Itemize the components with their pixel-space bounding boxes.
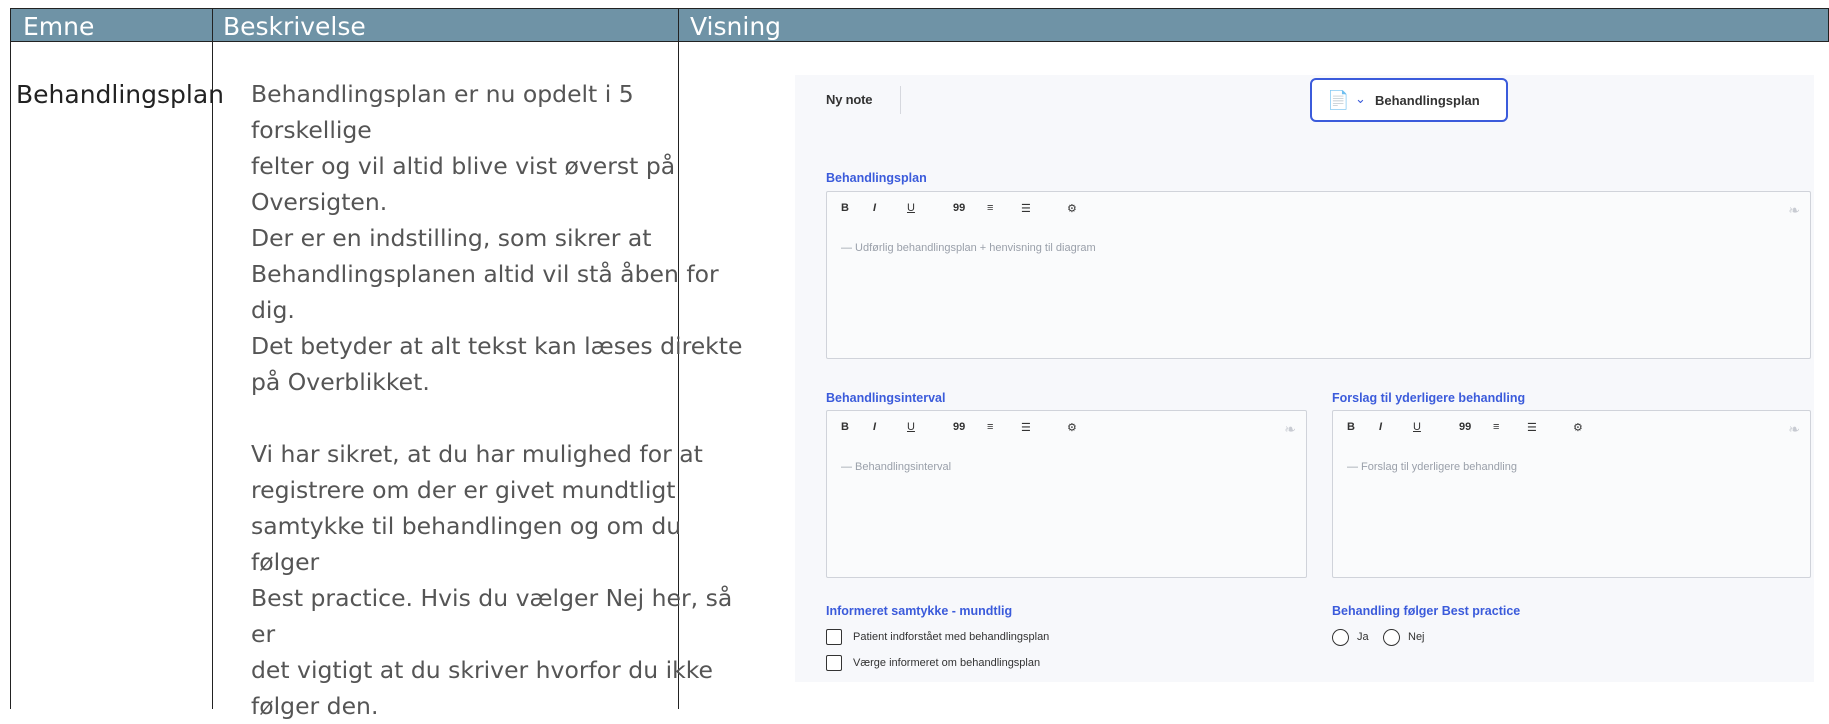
patient-consent-label: Patient indforstået med behandlingsplan xyxy=(853,631,1050,643)
behandlingsplan-editor[interactable]: B I U 99 ≡ ☰ ⚙ — Udførlig behandlingspla… xyxy=(826,191,1811,359)
italic-button[interactable]: I xyxy=(873,421,876,433)
leaf-icon: ❧ xyxy=(1788,421,1800,437)
leaf-icon: ❧ xyxy=(1788,202,1800,218)
table-header: Emne Beskrivelse Visning xyxy=(10,8,1829,42)
bold-button[interactable]: B xyxy=(1347,421,1355,433)
desc-line: samtykke til behandlingen og om du følge… xyxy=(251,512,682,576)
leaf-icon: ❧ xyxy=(1284,421,1296,437)
quote-button[interactable]: 99 xyxy=(953,421,965,433)
behandlingsplan-label: Behandlingsplan xyxy=(826,171,927,185)
editor-placeholder: — Udførlig behandlingsplan + henvisning … xyxy=(841,242,1096,254)
desc-line: Der er en indstilling, som sikrer at xyxy=(251,224,652,252)
chevron-down-icon: ⌄ xyxy=(1355,91,1366,106)
desc-line: felter og vil altid blive vist øverst på xyxy=(251,152,676,180)
underline-button[interactable]: U xyxy=(907,421,915,433)
palette-icon[interactable]: ⚙ xyxy=(1573,421,1583,434)
header-emne: Emne xyxy=(23,12,95,41)
ordered-list-button[interactable]: ≡ xyxy=(1493,421,1499,433)
dropdown-label: Behandlingsplan xyxy=(1375,93,1480,108)
editor-placeholder: — Behandlingsinterval xyxy=(841,461,952,473)
header-visning: Visning xyxy=(690,12,782,41)
desc-line: Best practice. Hvis du vælger Nej her, s… xyxy=(251,584,733,648)
note-edit-icon: 📄 xyxy=(1327,90,1350,110)
description-cell: Behandlingsplan er nu opdelt i 5 forskel… xyxy=(251,76,756,724)
italic-button[interactable]: I xyxy=(873,202,876,214)
bullet-list-button[interactable]: ☰ xyxy=(1021,421,1031,434)
best-practice-no-radio[interactable] xyxy=(1383,629,1400,646)
palette-icon[interactable]: ⚙ xyxy=(1067,421,1077,434)
bold-button[interactable]: B xyxy=(841,421,849,433)
desc-line: Behandlingsplanen altid vil stå åben for… xyxy=(251,260,719,324)
desc-line: på Overblikket. xyxy=(251,368,430,396)
best-practice-no-label: Nej xyxy=(1408,631,1425,643)
ordered-list-button[interactable]: ≡ xyxy=(987,202,993,214)
topic-cell: Behandlingsplan xyxy=(16,80,225,109)
best-practice-yes-label: Ja xyxy=(1357,631,1369,643)
best-practice-yes-radio[interactable] xyxy=(1332,629,1349,646)
bullet-list-button[interactable]: ☰ xyxy=(1021,202,1031,215)
screenshot-panel xyxy=(795,75,1814,682)
behandlingsinterval-label: Behandlingsinterval xyxy=(826,391,946,405)
best-practice-label: Behandling følger Best practice xyxy=(1332,604,1521,618)
note-separator xyxy=(900,86,901,114)
guardian-consent-checkbox[interactable] xyxy=(826,655,842,671)
samtykke-label: Informeret samtykke - mundtlig xyxy=(826,604,1013,618)
desc-line: Behandlingsplan er nu opdelt i 5 forskel… xyxy=(251,80,634,144)
desc-line: Oversigten. xyxy=(251,188,388,216)
table-border-left xyxy=(10,8,11,709)
forslag-label: Forslag til yderligere behandling xyxy=(1332,391,1526,405)
patient-consent-checkbox[interactable] xyxy=(826,629,842,645)
desc-line: det vigtigt at du skriver hvorfor du ikk… xyxy=(251,656,713,684)
underline-button[interactable]: U xyxy=(1413,421,1421,433)
behandlingsinterval-editor[interactable]: B I U 99 ≡ ☰ ⚙ — Behandlingsinterval ❧ xyxy=(826,410,1307,578)
desc-line: følger den. xyxy=(251,692,379,720)
guardian-consent-label: Værge informeret om behandlingsplan xyxy=(853,657,1041,669)
quote-button[interactable]: 99 xyxy=(953,202,965,214)
palette-icon[interactable]: ⚙ xyxy=(1067,202,1077,215)
note-label: Ny note xyxy=(826,92,873,107)
bold-button[interactable]: B xyxy=(841,202,849,214)
quote-button[interactable]: 99 xyxy=(1459,421,1471,433)
ordered-list-button[interactable]: ≡ xyxy=(987,421,993,433)
desc-line: Vi har sikret, at du har mulighed for at xyxy=(251,440,703,468)
editor-placeholder: — Forslag til yderligere behandling xyxy=(1347,461,1517,473)
italic-button[interactable]: I xyxy=(1379,421,1382,433)
forslag-editor[interactable]: B I U 99 ≡ ☰ ⚙ — Forslag til yderligere … xyxy=(1332,410,1811,578)
table-divider-1 xyxy=(212,8,213,709)
bullet-list-button[interactable]: ☰ xyxy=(1527,421,1537,434)
behandlingsplan-dropdown[interactable]: 📄 ⌄ Behandlingsplan xyxy=(1310,78,1508,122)
underline-button[interactable]: U xyxy=(907,202,915,214)
desc-line: registrere om der er givet mundtligt xyxy=(251,476,676,504)
header-beskrivelse: Beskrivelse xyxy=(223,12,366,41)
desc-line: Det betyder at alt tekst kan læses direk… xyxy=(251,332,743,360)
